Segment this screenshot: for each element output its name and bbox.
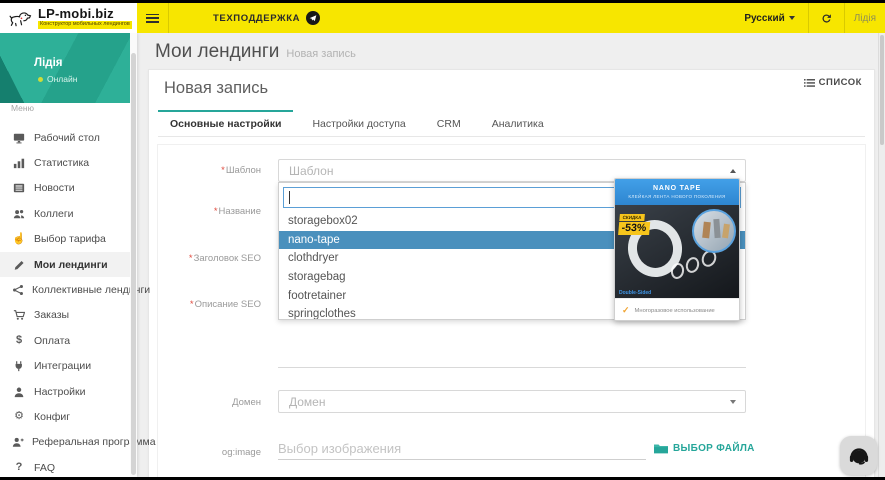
desktop-icon bbox=[12, 132, 26, 144]
check-icon: ✓ bbox=[622, 305, 630, 315]
sidebar-item-my-landings[interactable]: Мои лендинги bbox=[0, 251, 131, 278]
tab-analytics[interactable]: Аналитика bbox=[480, 110, 556, 137]
chevron-down-icon bbox=[788, 16, 795, 20]
breadcrumb: Новая запись bbox=[286, 48, 356, 60]
folder-icon bbox=[654, 444, 668, 454]
logo-tagline: Конструктор мобильных лендингов bbox=[38, 21, 132, 29]
support-link[interactable]: ТЕХПОДДЕРЖКА bbox=[213, 11, 321, 25]
menu-section-label: Меню bbox=[11, 103, 34, 113]
users-icon bbox=[12, 208, 26, 220]
hamburger-menu-icon[interactable] bbox=[146, 13, 159, 23]
text-cursor bbox=[289, 191, 290, 204]
support-label: ТЕХПОДДЕРЖКА bbox=[213, 12, 301, 24]
share-icon bbox=[12, 284, 24, 296]
sidebar-item-tariff[interactable]: ☝ Выбор тарифа bbox=[0, 227, 131, 252]
bar-chart-icon bbox=[12, 157, 26, 169]
discount-badge: СКИДКА -53% bbox=[618, 214, 650, 235]
tab-main-settings[interactable]: Основные настройки bbox=[158, 110, 294, 137]
user-icon bbox=[12, 386, 26, 398]
telegram-icon bbox=[306, 11, 321, 25]
sidebar: Лідія Онлайн Меню Рабочий стол Статистик… bbox=[0, 33, 156, 477]
dog-logo-icon bbox=[9, 11, 32, 26]
topbar-divider bbox=[168, 3, 169, 33]
page-header: Мои лендинги Новая запись bbox=[155, 41, 356, 63]
template-field-label: *Шаблон bbox=[221, 165, 261, 176]
sidebar-item-config[interactable]: ⚙ Конфиг bbox=[0, 404, 131, 429]
sidebar-item-dashboard[interactable]: Рабочий стол bbox=[0, 125, 131, 150]
domain-field-label: Домен bbox=[232, 397, 261, 408]
sidebar-item-news[interactable]: Новости bbox=[0, 176, 131, 201]
logo[interactable]: LP-mobi.biz Конструктор мобильных лендин… bbox=[0, 3, 137, 33]
main-content: Мои лендинги Новая запись Новая запись С… bbox=[137, 33, 885, 477]
gears-icon: ⚙ bbox=[14, 410, 24, 423]
watermark-text: Double-Sided bbox=[619, 290, 652, 296]
sidebar-item-collective-landings[interactable]: Коллективные лендинги bbox=[0, 277, 150, 302]
sidebar-item-settings[interactable]: Настройки bbox=[0, 379, 131, 404]
seo-title-field-label: *Заголовок SEO bbox=[188, 253, 261, 264]
preview-subtitle: КЛЕЙКАЯ ЛЕНТА НОВОГО ПОКОЛЕНИЯ bbox=[628, 194, 726, 199]
seo-description-field-label: *Описание SEO bbox=[189, 299, 261, 310]
sidebar-user-panel: Лідія Онлайн bbox=[0, 33, 137, 103]
choose-file-button[interactable]: ВЫБОР ФАЙЛА bbox=[654, 443, 755, 454]
support-chat-widget[interactable] bbox=[840, 436, 877, 475]
question-icon: ? bbox=[15, 461, 23, 474]
language-label: Русский bbox=[744, 12, 785, 24]
page-scrollbar[interactable] bbox=[878, 33, 885, 477]
tab-crm[interactable]: CRM bbox=[425, 110, 473, 137]
preview-title: NANO TAPE bbox=[653, 185, 701, 192]
sidebar-item-colleagues[interactable]: Коллеги bbox=[0, 201, 131, 226]
refresh-icon bbox=[822, 13, 831, 23]
sidebar-user-status: Онлайн bbox=[38, 74, 77, 84]
sidebar-item-integrations[interactable]: Интеграции bbox=[0, 354, 131, 379]
sidebar-menu: Рабочий стол Статистика Новости Коллеги … bbox=[0, 125, 156, 477]
preview-feature-row: ✓ Многоразовое использование bbox=[615, 298, 739, 320]
user-plus-icon bbox=[12, 436, 24, 448]
domain-select[interactable]: Домен bbox=[278, 390, 746, 413]
list-icon bbox=[803, 78, 815, 87]
sidebar-item-referral[interactable]: Реферальная программа bbox=[0, 430, 156, 455]
topbar-right-group: Русский Лідія bbox=[731, 3, 885, 33]
page-title: Мои лендинги bbox=[155, 41, 280, 62]
ogimage-field-label: og:image bbox=[221, 447, 261, 458]
template-preview-popover: NANO TAPE КЛЕЙКАЯ ЛЕНТА НОВОГО ПОКОЛЕНИЯ… bbox=[614, 178, 740, 321]
inset-photo-circle bbox=[692, 209, 736, 253]
newspaper-icon bbox=[12, 182, 26, 194]
hand-pointer-icon: ☝ bbox=[12, 232, 26, 245]
sidebar-item-faq[interactable]: ? FAQ bbox=[0, 455, 131, 477]
preview-feature-text: Многоразовое использование bbox=[634, 307, 715, 314]
record-card: Новая запись СПИСОК Основные настройки Н… bbox=[148, 69, 875, 477]
preview-header: NANO TAPE КЛЕЙКАЯ ЛЕНТА НОВОГО ПОКОЛЕНИЯ bbox=[615, 179, 739, 205]
form-panel: *Шаблон *Название *Заголовок SEO *Описан… bbox=[157, 144, 866, 477]
tab-access-settings[interactable]: Настройки доступа bbox=[300, 110, 417, 137]
plug-icon bbox=[12, 360, 26, 372]
cart-icon bbox=[12, 309, 26, 321]
pencil-chart-icon bbox=[12, 259, 26, 271]
language-dropdown[interactable]: Русский bbox=[731, 13, 807, 24]
online-dot-icon bbox=[38, 76, 43, 82]
refresh-button[interactable] bbox=[809, 12, 844, 25]
dollar-icon: $ bbox=[15, 334, 23, 347]
tape-loop-graphic bbox=[683, 255, 702, 275]
tab-bar: Основные настройки Настройки доступа CRM… bbox=[158, 110, 865, 137]
ogimage-input[interactable]: Выбор изображения bbox=[278, 439, 646, 460]
preview-product-image: СКИДКА -53% Double-Sided bbox=[615, 205, 739, 298]
headset-icon bbox=[849, 447, 868, 465]
list-button[interactable]: СПИСОК bbox=[803, 77, 862, 88]
sidebar-item-payment[interactable]: $ Оплата bbox=[0, 328, 131, 353]
app-frame: ТЕХПОДДЕРЖКА Русский Лідія LP-mobi.biz К… bbox=[0, 3, 885, 477]
sidebar-item-statistics[interactable]: Статистика bbox=[0, 150, 131, 175]
topbar: ТЕХПОДДЕРЖКА Русский Лідія LP-mobi.biz К… bbox=[0, 3, 885, 33]
chevron-down-icon bbox=[730, 399, 736, 404]
sidebar-item-orders[interactable]: Заказы bbox=[0, 303, 131, 328]
card-heading: Новая запись bbox=[164, 79, 269, 97]
sidebar-user-name: Лідія bbox=[34, 57, 63, 69]
name-field-label: *Название bbox=[213, 206, 261, 217]
chevron-up-icon bbox=[730, 168, 736, 173]
logo-title: LP-mobi.biz bbox=[38, 6, 114, 22]
sidebar-scrollbar[interactable] bbox=[130, 33, 137, 477]
online-label: Онлайн bbox=[47, 74, 78, 84]
topbar-user-link[interactable]: Лідія bbox=[845, 13, 885, 24]
topbar-yellow: ТЕХПОДДЕРЖКА Русский Лідія bbox=[137, 3, 885, 33]
